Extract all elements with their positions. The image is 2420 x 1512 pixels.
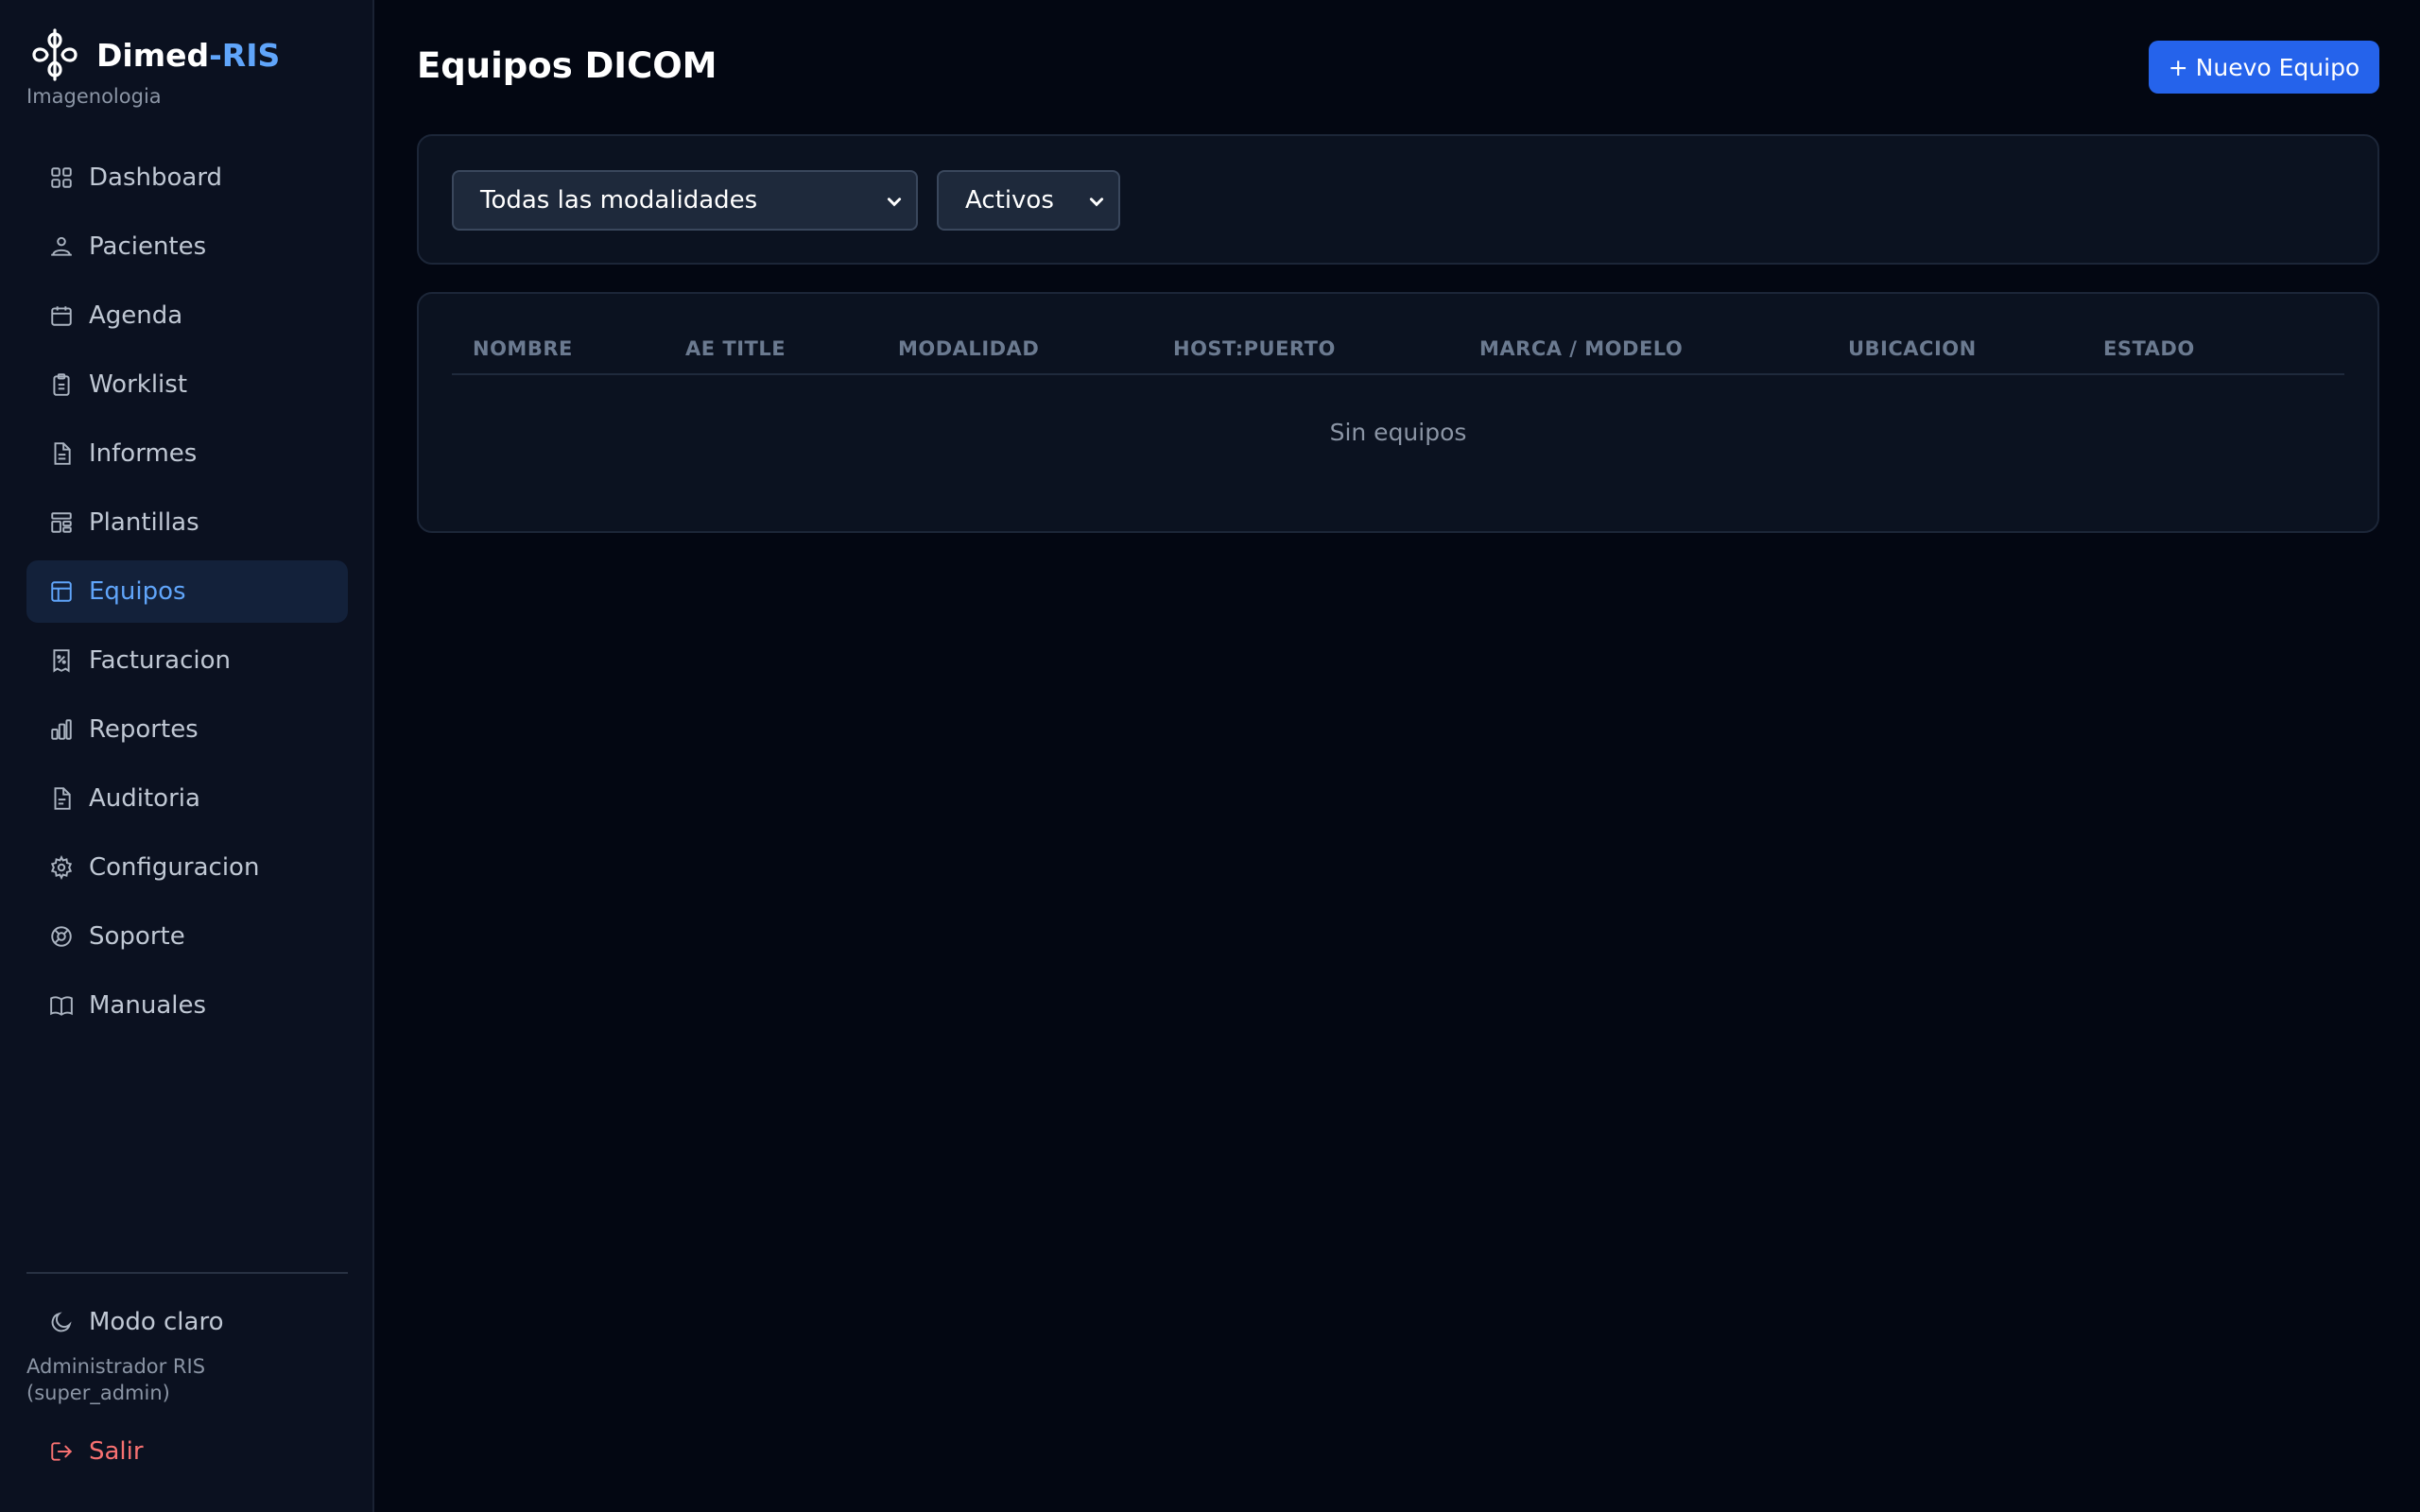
modalidad-select-value: Todas las modalidades bbox=[480, 186, 758, 215]
sidebar-item-plantillas[interactable]: Plantillas bbox=[26, 491, 348, 554]
column-header-ae-title[interactable]: AE TITLE bbox=[685, 337, 786, 360]
sidebar-item-agenda[interactable]: Agenda bbox=[26, 284, 348, 347]
modalidad-select[interactable]: Todas las modalidades bbox=[452, 170, 918, 231]
chevron-down-icon bbox=[887, 198, 902, 207]
sidebar-item-label: Auditoria bbox=[89, 784, 200, 813]
gear-icon bbox=[49, 855, 74, 880]
sidebar-item-label: Pacientes bbox=[89, 232, 207, 261]
estado-select-value: Activos bbox=[965, 186, 1054, 215]
sidebar-item-soporte[interactable]: Soporte bbox=[26, 905, 348, 968]
brand-name: Dimed-RIS bbox=[96, 36, 281, 74]
document-icon bbox=[49, 441, 74, 466]
book-icon bbox=[49, 993, 74, 1018]
user-info: Administrador RIS (super_admin) bbox=[26, 1353, 205, 1406]
sidebar-item-label: Informes bbox=[89, 439, 198, 468]
filter-card: Todas las modalidades Activos bbox=[417, 134, 2379, 265]
grid-icon bbox=[49, 165, 74, 190]
sidebar-item-label: Facturacion bbox=[89, 646, 231, 675]
sidebar-item-facturacion[interactable]: Facturacion bbox=[26, 629, 348, 692]
chevron-down-icon bbox=[1089, 198, 1104, 207]
brand-subtitle: Imagenologia bbox=[26, 85, 162, 108]
sidebar-item-dashboard[interactable]: Dashboard bbox=[26, 146, 348, 209]
column-header-estado[interactable]: ESTADO bbox=[2103, 337, 2195, 360]
user-role: (super_admin) bbox=[26, 1382, 170, 1404]
sidebar-item-auditoria[interactable]: Auditoria bbox=[26, 767, 348, 830]
patient-icon bbox=[49, 234, 74, 259]
sidebar-item-label: Equipos bbox=[89, 577, 186, 606]
audit-file-icon bbox=[49, 786, 74, 811]
equipment-icon bbox=[49, 579, 74, 604]
app-window: Dimed-RIS Imagenologia Dashboard Pacient… bbox=[0, 0, 2420, 1512]
brand-logo-icon bbox=[32, 28, 78, 81]
logout-button[interactable]: Salir bbox=[26, 1423, 348, 1480]
sidebar-item-label: Worklist bbox=[89, 370, 188, 399]
theme-toggle-button[interactable]: Modo claro bbox=[26, 1293, 348, 1351]
column-header-host-puerto[interactable]: HOST:PUERTO bbox=[1173, 337, 1336, 360]
sidebar-item-label: Manuales bbox=[89, 991, 207, 1020]
sidebar-item-label: Dashboard bbox=[89, 163, 223, 192]
support-icon bbox=[49, 924, 74, 949]
template-icon bbox=[49, 510, 74, 535]
sidebar-item-label: Reportes bbox=[89, 715, 199, 744]
sidebar-nav: Dashboard Pacientes Agenda Worklist Info… bbox=[26, 146, 348, 1043]
sidebar-item-label: Plantillas bbox=[89, 508, 199, 537]
sidebar-item-worklist[interactable]: Worklist bbox=[26, 353, 348, 416]
column-header-marca-modelo[interactable]: MARCA / MODELO bbox=[1479, 337, 1683, 360]
brand: Dimed-RIS bbox=[26, 26, 280, 83]
table-header: NOMBRE AE TITLE MODALIDAD HOST:PUERTO MA… bbox=[452, 337, 2344, 375]
sidebar-item-configuracion[interactable]: Configuracion bbox=[26, 836, 348, 899]
sidebar-item-pacientes[interactable]: Pacientes bbox=[26, 215, 348, 278]
column-header-modalidad[interactable]: MODALIDAD bbox=[898, 337, 1039, 360]
sidebar-item-manuales[interactable]: Manuales bbox=[26, 974, 348, 1037]
sidebar-item-label: Configuracion bbox=[89, 853, 260, 882]
column-header-nombre[interactable]: NOMBRE bbox=[473, 337, 573, 360]
estado-select[interactable]: Activos bbox=[937, 170, 1120, 231]
sidebar: Dimed-RIS Imagenologia Dashboard Pacient… bbox=[0, 0, 374, 1512]
column-header-ubicacion[interactable]: UBICACION bbox=[1848, 337, 1977, 360]
calendar-icon bbox=[49, 303, 74, 328]
sidebar-item-equipos[interactable]: Equipos bbox=[26, 560, 348, 623]
sidebar-item-reportes[interactable]: Reportes bbox=[26, 698, 348, 761]
page-title: Equipos DICOM bbox=[417, 45, 717, 86]
bar-chart-icon bbox=[49, 717, 74, 742]
main-content: Equipos DICOM + Nuevo Equipo Todas las m… bbox=[376, 0, 2420, 1512]
sidebar-item-label: Agenda bbox=[89, 301, 183, 330]
sidebar-item-informes[interactable]: Informes bbox=[26, 422, 348, 485]
moon-icon bbox=[49, 1310, 74, 1334]
sidebar-divider bbox=[26, 1272, 348, 1274]
receipt-icon bbox=[49, 648, 74, 673]
logout-label: Salir bbox=[89, 1437, 144, 1466]
clipboard-icon bbox=[49, 372, 74, 397]
logout-icon bbox=[49, 1439, 74, 1464]
sidebar-item-label: Soporte bbox=[89, 922, 185, 951]
table-empty-state: Sin equipos bbox=[1329, 419, 1467, 446]
theme-toggle-label: Modo claro bbox=[89, 1308, 224, 1336]
equipment-table-card: NOMBRE AE TITLE MODALIDAD HOST:PUERTO MA… bbox=[417, 292, 2379, 533]
new-equipment-button[interactable]: + Nuevo Equipo bbox=[2149, 41, 2379, 94]
user-name: Administrador RIS bbox=[26, 1355, 206, 1378]
